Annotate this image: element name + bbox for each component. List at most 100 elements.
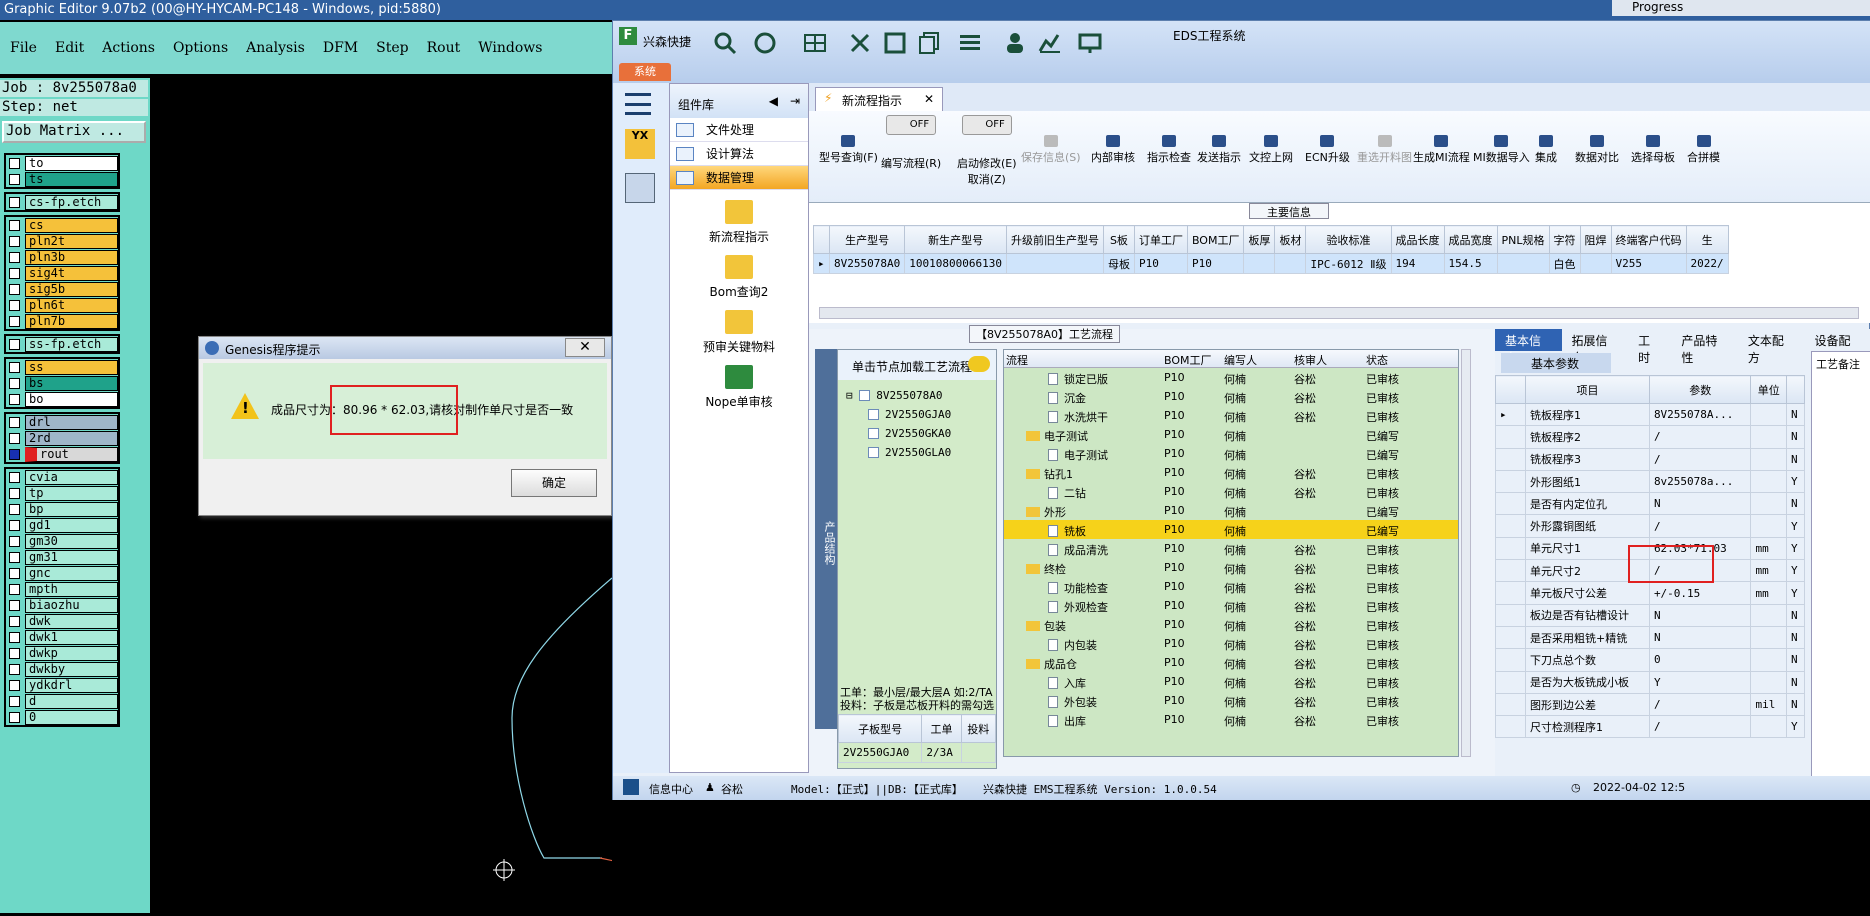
yx-app-icon[interactable]: YX	[625, 129, 655, 159]
copy-icon[interactable]	[918, 31, 944, 55]
table-cell[interactable]: 8V255078A0	[828, 253, 906, 274]
layer-row[interactable]: ts	[6, 171, 118, 187]
close-icon[interactable]: ✕	[924, 92, 934, 106]
layer-row[interactable]: pln2t	[6, 233, 118, 249]
layer-row[interactable]: gm31	[6, 549, 118, 565]
table-cell[interactable]	[1274, 253, 1307, 274]
layer-checkbox[interactable]	[9, 487, 20, 499]
table-cell[interactable]: 2/3A	[921, 742, 962, 763]
menu-rout[interactable]: Rout	[427, 40, 461, 56]
layer-name[interactable]: ss-fp.etch	[25, 336, 118, 352]
param-cell[interactable]: 铣板程序2	[1525, 425, 1650, 449]
table-cell[interactable]: V255	[1610, 253, 1687, 274]
layer-checkbox[interactable]	[9, 315, 20, 327]
layer-checkbox[interactable]	[9, 615, 20, 627]
flow-row[interactable]: 沉金 P10 何楠 谷松 已审核	[1004, 387, 1458, 406]
layer-checkbox[interactable]	[9, 567, 20, 579]
progress-window-title[interactable]: Progress	[1612, 0, 1870, 16]
layer-name[interactable]: pln2t	[25, 233, 118, 249]
column-header[interactable]: 生	[1685, 225, 1729, 254]
chart-icon[interactable]	[1038, 31, 1064, 55]
layer-name[interactable]: cs-fp.etch	[25, 194, 118, 210]
param-row[interactable]: ▸ 铣板程序1 8V255078A... N	[1495, 402, 1805, 427]
layer-checkbox[interactable]	[9, 695, 20, 707]
basic-params-tab[interactable]: 基本参数	[1501, 353, 1611, 373]
layer-name[interactable]: to	[25, 155, 118, 171]
layer-name[interactable]: bo	[25, 391, 118, 407]
layer-name[interactable]: ts	[25, 171, 118, 187]
param-cell[interactable]: Y	[1786, 536, 1805, 561]
table-cell[interactable]: 2022/	[1685, 253, 1729, 274]
ribbon-button[interactable]: MI数据导入	[1473, 135, 1530, 165]
detail-tab[interactable]: 拓展信息	[1562, 329, 1629, 365]
param-cell[interactable]: +/-0.15	[1648, 581, 1752, 605]
param-cell[interactable]: 外形图纸1	[1525, 469, 1650, 494]
menu-actions[interactable]: Actions	[102, 40, 155, 56]
flow-row[interactable]: 外观检查 P10 何楠 谷松 已审核	[1004, 596, 1458, 615]
table-cell[interactable]	[1243, 253, 1276, 274]
layer-row[interactable]: bs	[6, 375, 118, 391]
column-header[interactable]: 投料	[960, 714, 997, 743]
layer-name[interactable]: gnc	[25, 565, 118, 581]
layer-checkbox[interactable]	[9, 173, 20, 185]
param-row[interactable]: 外形图纸1 8v255078a... Y	[1495, 469, 1805, 494]
layer-name[interactable]: mpth	[25, 581, 118, 597]
layer-row[interactable]: biaozhu	[6, 597, 118, 613]
layer-name[interactable]: drl	[25, 414, 118, 430]
param-cell[interactable]: 是否有内定位孔	[1525, 492, 1650, 516]
layer-checkbox[interactable]	[9, 432, 20, 444]
tree-node[interactable]: 2V2550GLA0	[846, 443, 996, 462]
menu-dfm[interactable]: DFM	[323, 40, 358, 56]
layer-row[interactable]: to	[6, 155, 118, 171]
layer-name[interactable]: pln3b	[25, 249, 118, 265]
detail-tab[interactable]: 基本信息	[1495, 329, 1562, 365]
layer-checkbox[interactable]	[9, 583, 20, 595]
layer-row[interactable]: pln7b	[6, 313, 118, 329]
layer-row[interactable]: drl	[6, 414, 118, 430]
param-cell[interactable]: N	[1648, 492, 1752, 516]
layer-name[interactable]: biaozhu	[25, 597, 118, 613]
table-cell[interactable]: 10010800066130	[904, 253, 1007, 274]
param-row[interactable]: 板边是否有钻槽设计 N N	[1495, 603, 1805, 627]
layer-name[interactable]: tp	[25, 485, 118, 501]
column-header[interactable]: 字符	[1548, 225, 1581, 254]
layer-checkbox[interactable]	[9, 519, 20, 531]
column-header[interactable]: 工单	[921, 714, 962, 743]
ribbon-button[interactable]: 选择母板	[1631, 135, 1675, 165]
column-header[interactable]: 生产型号	[828, 225, 906, 254]
column-header[interactable]: 子板型号	[837, 714, 923, 743]
flow-row[interactable]: 二钻 P10 何楠 谷松 已审核	[1004, 482, 1458, 501]
component-big-item[interactable]: 新流程指示	[670, 200, 808, 245]
layer-checkbox[interactable]	[9, 551, 20, 563]
horizontal-scrollbar[interactable]	[819, 307, 1859, 319]
flow-row[interactable]: 钻孔1 P10 何楠 谷松 已审核	[1004, 463, 1458, 482]
param-cell[interactable]: N	[1786, 670, 1805, 694]
layer-name[interactable]: sig4t	[25, 265, 118, 281]
param-cell[interactable]: mm	[1750, 536, 1788, 561]
layer-row[interactable]: rout	[6, 446, 118, 462]
param-cell[interactable]: 0	[1648, 648, 1752, 672]
param-cell[interactable]	[1750, 469, 1788, 494]
param-cell[interactable]: N	[1786, 425, 1805, 449]
flow-row[interactable]: 功能检查 P10 何楠 谷松 已审核	[1004, 577, 1458, 596]
column-header[interactable]: BOM工厂	[1164, 352, 1212, 368]
param-cell[interactable]: N	[1786, 648, 1805, 672]
layer-checkbox[interactable]	[9, 251, 20, 263]
menu-options[interactable]: Options	[173, 40, 228, 56]
param-cell[interactable]: Y	[1786, 581, 1805, 605]
param-cell[interactable]	[1750, 670, 1788, 694]
layer-row[interactable]: dwk	[6, 613, 118, 629]
column-header[interactable]: 单位	[1750, 375, 1788, 404]
layer-checkbox[interactable]	[9, 299, 20, 311]
layer-name[interactable]: gm30	[25, 533, 118, 549]
ribbon-button[interactable]: 集成	[1535, 135, 1557, 165]
ribbon-button[interactable]: OFF 启动修改(E) 取消(Z)	[957, 115, 1017, 187]
layer-row[interactable]: dwkp	[6, 645, 118, 661]
flow-row[interactable]: 终检 P10 何楠 谷松 已审核	[1004, 558, 1458, 577]
param-cell[interactable]	[1750, 715, 1788, 739]
column-header[interactable]: 成品长度	[1390, 225, 1445, 254]
component-big-item[interactable]: Nope单审核	[670, 365, 808, 410]
param-row[interactable]: 铣板程序3/ N	[1495, 447, 1805, 471]
table-cell[interactable]: 白色	[1548, 253, 1581, 274]
param-cell[interactable]: N	[1786, 625, 1805, 650]
